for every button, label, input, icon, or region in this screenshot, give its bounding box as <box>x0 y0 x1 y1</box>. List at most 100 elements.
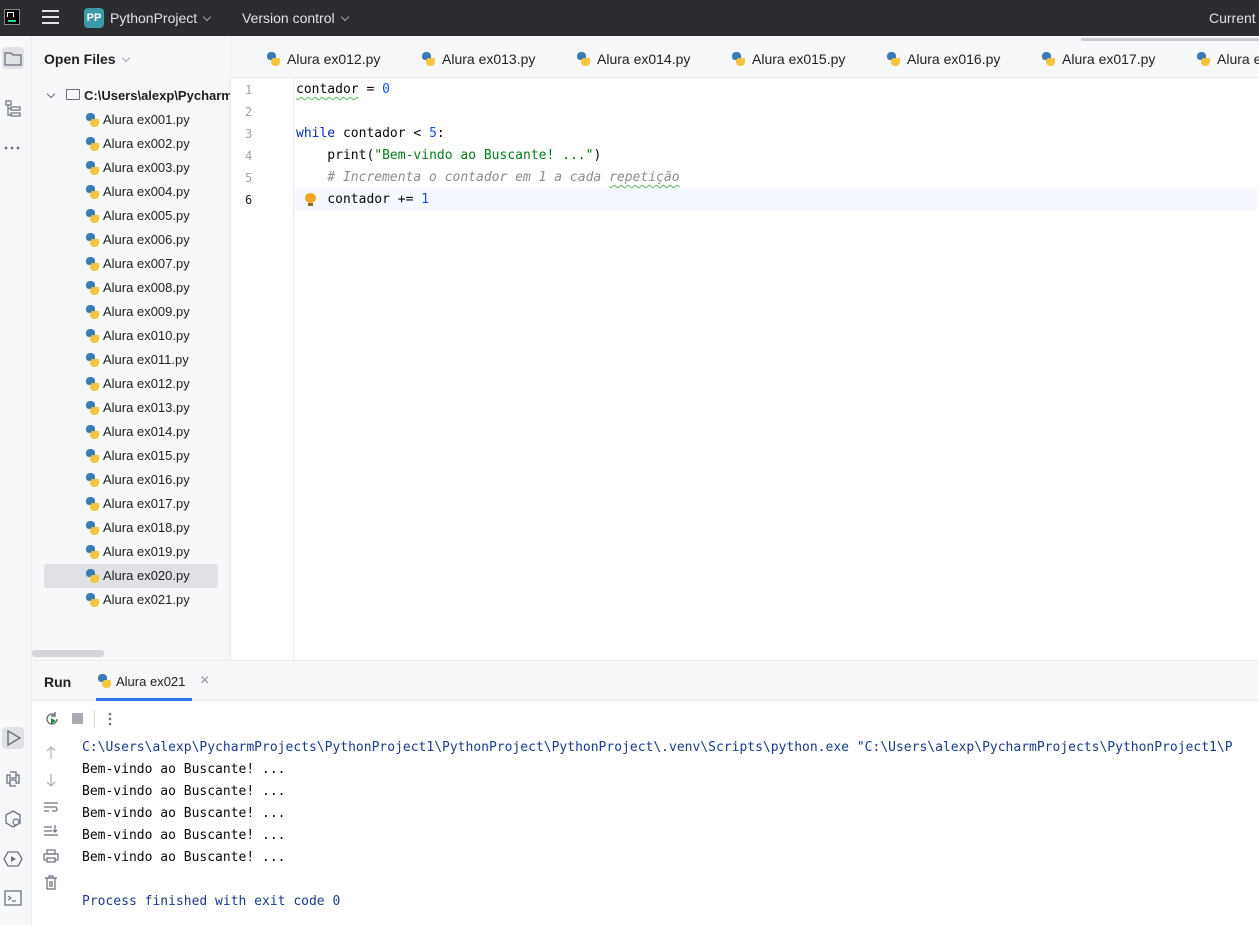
tree-folder[interactable]: C:\Users\alexp\Pycharm <box>46 86 231 106</box>
file-name: Alura ex015.py <box>103 448 190 463</box>
terminal-icon[interactable] <box>2 887 24 909</box>
line-number: 3 <box>245 127 253 141</box>
project-view-label: Open Files <box>44 51 116 67</box>
file-item[interactable]: Alura ex012.py <box>44 372 218 396</box>
structure-icon[interactable] <box>2 97 24 119</box>
soft-wrap-icon[interactable] <box>43 800 59 814</box>
python-file-icon <box>266 52 280 66</box>
python-file-icon <box>85 353 99 367</box>
horizontal-scrollbar[interactable] <box>32 650 104 657</box>
project-folder-icon[interactable] <box>2 47 24 69</box>
line-number: 2 <box>245 105 253 119</box>
file-name: Alura ex020.py <box>103 568 190 583</box>
python-file-icon <box>85 473 99 487</box>
run-tool-icon[interactable] <box>2 727 24 749</box>
project-selector[interactable]: PythonProject <box>110 10 212 26</box>
run-toolbar <box>32 701 1259 737</box>
rerun-icon[interactable] <box>44 711 60 727</box>
file-item[interactable]: Alura ex001.py <box>44 108 218 132</box>
file-name: Alura ex001.py <box>103 112 190 127</box>
file-item[interactable]: Alura ex010.py <box>44 324 218 348</box>
line-number: 5 <box>245 171 253 185</box>
file-item[interactable]: Alura ex018.py <box>44 516 218 540</box>
file-item[interactable]: Alura ex007.py <box>44 252 218 276</box>
code-line-1: contador = 0 <box>296 82 390 97</box>
services-play-icon[interactable] <box>2 848 24 870</box>
python-file-icon <box>85 449 99 463</box>
python-file-icon <box>421 52 435 66</box>
arrow-up-icon[interactable] <box>44 745 58 761</box>
stop-icon[interactable] <box>72 713 83 724</box>
python-file-icon <box>85 401 99 415</box>
editor-tabs: Alura ex012.py Alura ex013.py Alura ex014.… <box>231 36 1259 78</box>
file-item[interactable]: Alura ex009.py <box>44 300 218 324</box>
arrow-down-icon[interactable] <box>44 772 58 788</box>
file-name: Alura ex007.py <box>103 256 190 271</box>
file-item[interactable]: Alura ex013.py <box>44 396 218 420</box>
version-control-label: Version control <box>242 10 335 26</box>
file-item[interactable]: Alura ex003.py <box>44 156 218 180</box>
file-item[interactable]: Alura ex006.py <box>44 228 218 252</box>
file-item[interactable]: Alura ex005.py <box>44 204 218 228</box>
file-item[interactable]: Alura ex011.py <box>44 348 218 372</box>
python-file-icon <box>85 137 99 151</box>
services-icon[interactable] <box>2 808 24 830</box>
file-name: Alura ex021.py <box>103 592 190 607</box>
file-item[interactable]: Alura ex019.py <box>44 540 218 564</box>
more-tools-icon[interactable] <box>2 137 24 159</box>
run-tab[interactable]: Alura ex021 <box>96 661 192 701</box>
current-line-highlight <box>295 188 1257 210</box>
run-header: Run Alura ex021 × <box>32 661 1259 701</box>
run-tab-label: Alura ex021 <box>116 674 186 689</box>
tab-scrollbar[interactable] <box>1081 38 1259 41</box>
folder-path: C:\Users\alexp\Pycharm <box>84 88 231 103</box>
run-config-selector[interactable]: Current <box>1209 10 1256 26</box>
version-control-menu[interactable]: Version control <box>242 10 349 26</box>
file-list: Alura ex001.py Alura ex002.py Alura ex003.… <box>44 108 218 612</box>
trash-icon[interactable] <box>44 875 58 891</box>
more-options-icon[interactable] <box>104 710 116 728</box>
close-icon[interactable]: × <box>200 672 209 690</box>
file-item[interactable]: Alura ex004.py <box>44 180 218 204</box>
python-packages-icon[interactable] <box>2 768 24 790</box>
project-panel: Open Files C:\Users\alexp\Pycharm Alura … <box>32 36 231 660</box>
main-menu-icon[interactable] <box>42 10 59 24</box>
print-icon[interactable] <box>43 849 59 863</box>
python-file-icon <box>85 113 99 127</box>
lightbulb-icon[interactable] <box>305 193 316 206</box>
line-number: 4 <box>245 149 253 163</box>
file-name: Alura ex016.py <box>103 472 190 487</box>
file-item[interactable]: Alura ex017.py <box>44 492 218 516</box>
code-token: while <box>296 126 336 141</box>
title-bar: PP PythonProject Version control Current <box>0 0 1259 36</box>
file-item[interactable]: Alura ex020.py <box>44 564 218 588</box>
file-item[interactable]: Alura ex002.py <box>44 132 218 156</box>
chevron-down-icon[interactable] <box>46 89 56 99</box>
python-file-icon <box>85 161 99 175</box>
output-line: Bem-vindo ao Buscante! ... <box>82 784 286 799</box>
code-token: 1 <box>421 192 430 207</box>
tab-label: Alura ex013.py <box>442 51 536 67</box>
python-file-icon <box>576 52 590 66</box>
code-token: 0 <box>382 82 390 97</box>
file-item[interactable]: Alura ex016.py <box>44 468 218 492</box>
tab-label: Alura ex017.py <box>1062 51 1156 67</box>
file-name: Alura ex012.py <box>103 376 190 391</box>
scroll-to-end-icon[interactable] <box>43 824 59 838</box>
file-item[interactable]: Alura ex015.py <box>44 444 218 468</box>
file-name: Alura ex004.py <box>103 184 190 199</box>
output-line: Bem-vindo ao Buscante! ... <box>82 762 286 777</box>
project-view-selector[interactable]: Open Files <box>44 51 130 67</box>
file-name: Alura ex006.py <box>103 232 190 247</box>
code-editor[interactable]: 1 2 3 4 5 6 contador = 0 while contador … <box>231 78 1259 660</box>
python-file-icon <box>85 521 99 535</box>
python-file-icon <box>85 305 99 319</box>
file-item[interactable]: Alura ex021.py <box>44 588 218 612</box>
file-item[interactable]: Alura ex014.py <box>44 420 218 444</box>
file-item[interactable]: Alura ex008.py <box>44 276 218 300</box>
project-badge[interactable]: PP <box>84 8 104 28</box>
python-file-icon <box>85 233 99 247</box>
process-finished: Process finished with exit code 0 <box>82 894 341 909</box>
python-file-icon <box>85 545 99 559</box>
file-name: Alura ex014.py <box>103 424 190 439</box>
